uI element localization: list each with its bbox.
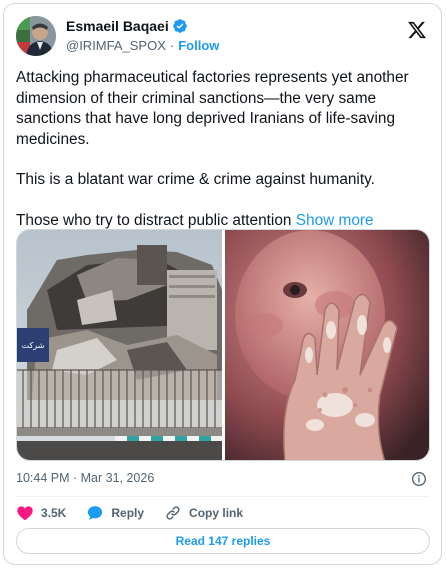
tweet-paragraph: This is a blatant war crime & crime agai… xyxy=(16,171,375,188)
author-name-row: Esmaeil Baqaei xyxy=(66,18,188,34)
link-icon xyxy=(166,506,180,520)
author-avatar[interactable] xyxy=(16,16,56,56)
author-name[interactable]: Esmaeil Baqaei xyxy=(66,18,169,34)
verified-badge-icon xyxy=(172,18,188,34)
tweet-timestamp-row: 10:44 PM · Mar 31, 2026 xyxy=(16,471,429,491)
like-button[interactable]: 3.5K xyxy=(16,504,66,522)
reply-label: Reply xyxy=(111,506,145,520)
reply-bubble-icon xyxy=(88,506,103,520)
destroyed-factory-image[interactable]: شرکت xyxy=(17,230,222,460)
like-count: 3.5K xyxy=(41,506,67,520)
author-handle[interactable]: @IRIMFA_SPOX xyxy=(66,38,166,53)
separator-dot: · xyxy=(169,38,175,53)
tweet-media[interactable]: شرکت xyxy=(16,229,430,461)
read-replies-button[interactable]: Read 147 replies xyxy=(16,528,430,554)
child-hand-image[interactable] xyxy=(225,230,429,460)
tweet-last-line: Those who try to distract public attenti… xyxy=(16,211,430,232)
follow-button[interactable]: Follow xyxy=(178,38,219,53)
action-bar: 3.5K Reply Copy link xyxy=(16,503,263,523)
tweet-header: Esmaeil Baqaei @IRIMFA_SPOX · Follow xyxy=(16,16,429,60)
tweet-card: Esmaeil Baqaei @IRIMFA_SPOX · Follow Att… xyxy=(3,3,442,565)
x-logo-icon[interactable] xyxy=(407,20,427,40)
tweet-timestamp[interactable]: 10:44 PM · Mar 31, 2026 xyxy=(16,471,154,485)
copy-link-label: Copy link xyxy=(189,506,244,520)
show-more-link[interactable]: Show more xyxy=(296,212,374,229)
copy-link-button[interactable]: Copy link xyxy=(164,504,243,522)
factory-sign-text: شرکت xyxy=(22,341,45,350)
tweet-truncated-text: Those who try to distract public attenti… xyxy=(16,211,292,229)
info-icon[interactable] xyxy=(411,471,427,487)
author-handle-row: @IRIMFA_SPOX · Follow xyxy=(66,38,219,53)
divider xyxy=(16,496,429,497)
heart-icon xyxy=(17,506,33,521)
tweet-text: Attacking pharmaceutical factories repre… xyxy=(16,68,430,231)
reply-button[interactable]: Reply xyxy=(86,504,144,522)
tweet-paragraph: Attacking pharmaceutical factories repre… xyxy=(16,69,409,148)
